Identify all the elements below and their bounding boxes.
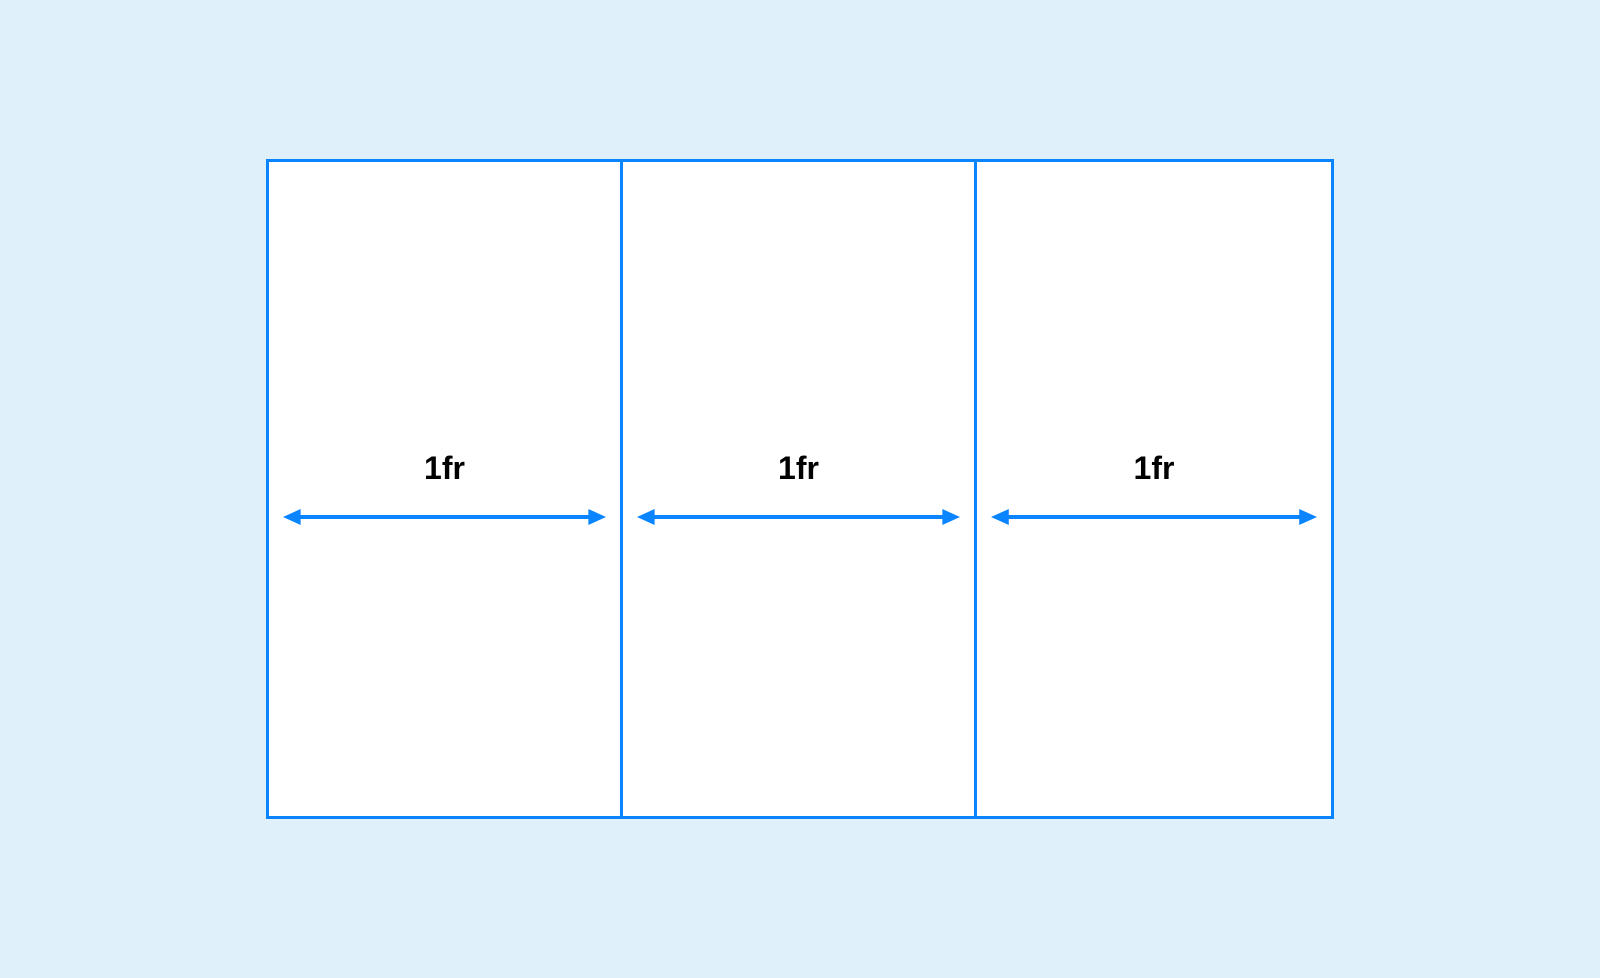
column-label: 1fr [424, 450, 465, 487]
double-arrow-icon [991, 505, 1317, 529]
grid-diagram: 1fr 1fr 1fr [266, 159, 1334, 819]
arrow-container [977, 505, 1331, 529]
column-label: 1fr [1134, 450, 1175, 487]
grid-column-3: 1fr [977, 162, 1331, 816]
arrow-container [623, 505, 974, 529]
arrow-container [269, 505, 620, 529]
grid-column-2: 1fr [623, 162, 977, 816]
double-arrow-icon [283, 505, 606, 529]
grid-column-1: 1fr [269, 162, 623, 816]
double-arrow-icon [637, 505, 960, 529]
column-label: 1fr [778, 450, 819, 487]
